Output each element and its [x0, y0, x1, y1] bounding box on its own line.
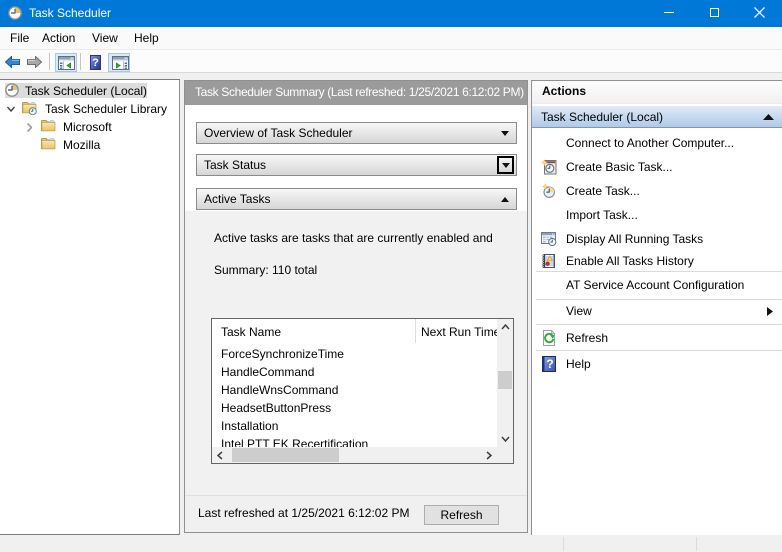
svg-text:?: ? [92, 57, 99, 69]
svg-text:?: ? [546, 357, 553, 371]
